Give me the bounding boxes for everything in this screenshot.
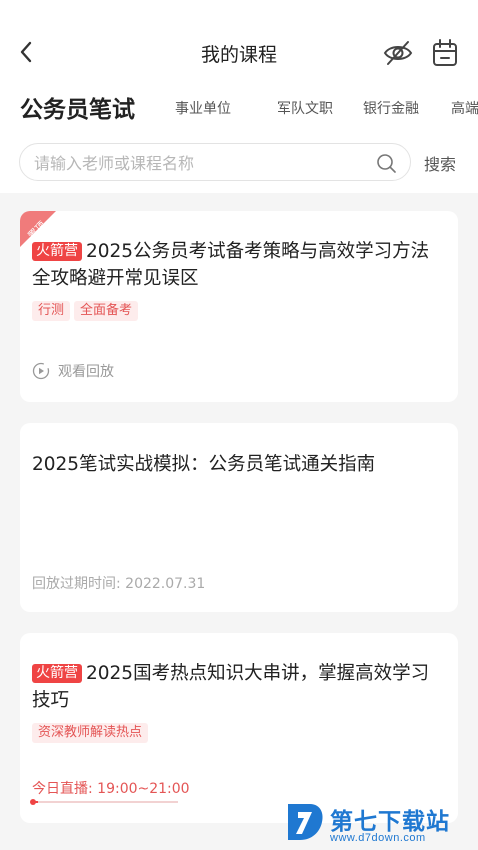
search-button[interactable]: 搜索 xyxy=(424,151,456,175)
site-watermark: 第七下载站 www.d7down.com xyxy=(284,800,478,850)
course-tags: 行测 全面备考 xyxy=(32,299,142,321)
d7down-logo-icon xyxy=(288,804,323,840)
play-circle-icon xyxy=(32,362,50,380)
category-tabs: 公务员笔试 事业单位 军队文职 银行金融 高端 xyxy=(0,86,478,130)
replay-expiry-text: 回放过期时间: 2022.07.31 xyxy=(32,576,206,592)
calendar-icon xyxy=(433,39,457,66)
watermark-name: 第七下载站 xyxy=(330,809,450,835)
course-tag: 全面备考 xyxy=(74,301,139,321)
tab-civil-service-written[interactable]: 公务员笔试 xyxy=(20,90,138,127)
tab-high-end[interactable]: 高端 xyxy=(451,98,478,118)
rocket-camp-badge: 火箭营 xyxy=(32,242,82,261)
search-icon[interactable] xyxy=(376,153,396,173)
course-tag: 行测 xyxy=(32,301,71,321)
watch-replay-button[interactable]: 观看回放 xyxy=(32,361,114,381)
search-input[interactable] xyxy=(34,152,354,174)
watermark-url: www.d7down.com xyxy=(330,832,426,844)
hide-eye-button[interactable] xyxy=(382,38,414,68)
progress-dot xyxy=(30,799,36,805)
nav-bar: 我的课程 xyxy=(0,30,478,76)
tab-label: 公务员笔试 xyxy=(20,97,135,123)
course-tags: 资深教师解读热点 xyxy=(32,721,152,743)
replay-label: 观看回放 xyxy=(58,364,114,380)
course-title-text: 2025公务员考试备考策略与高效学习方法全攻略避开常见误区 xyxy=(32,241,430,289)
course-card[interactable]: 置顶 火箭营 2025公务员考试备考策略与高效学习方法全攻略避开常见误区 行测 全面… xyxy=(20,211,458,402)
course-title-text: 2025国考热点知识大串讲，掌握高效学习技巧 xyxy=(32,663,430,711)
tab-public-institution[interactable]: 事业单位 xyxy=(175,98,231,118)
course-title: 2025笔试实战模拟：公务员笔试通关指南 xyxy=(32,454,376,475)
calendar-button[interactable] xyxy=(430,38,460,68)
top-bar: 我的课程 公务员笔试 事业单位 军队文职 银行金融 高端 搜索 xyxy=(0,0,478,193)
course-card[interactable]: 2025笔试实战模拟：公务员笔试通关指南 回放过期时间: 2022.07.31 xyxy=(20,423,458,612)
search-box xyxy=(19,143,411,181)
eye-off-icon xyxy=(383,41,413,65)
course-title: 火箭营 2025公务员考试备考策略与高效学习方法全攻略避开常见误区 xyxy=(32,238,444,292)
course-title: 火箭营 2025国考热点知识大串讲，掌握高效学习技巧 xyxy=(32,660,444,714)
course-card[interactable]: 火箭营 2025国考热点知识大串讲，掌握高效学习技巧 资深教师解读热点 今日直播:… xyxy=(20,633,458,823)
rocket-camp-badge: 火箭营 xyxy=(32,664,82,683)
live-progress-bar xyxy=(30,799,178,805)
course-tag: 资深教师解读热点 xyxy=(32,723,149,743)
tab-bank-finance[interactable]: 银行金融 xyxy=(363,98,419,118)
live-time-text: 今日直播: 19:00~21:00 xyxy=(32,781,190,797)
tab-military-civilian[interactable]: 军队文职 xyxy=(277,98,333,118)
